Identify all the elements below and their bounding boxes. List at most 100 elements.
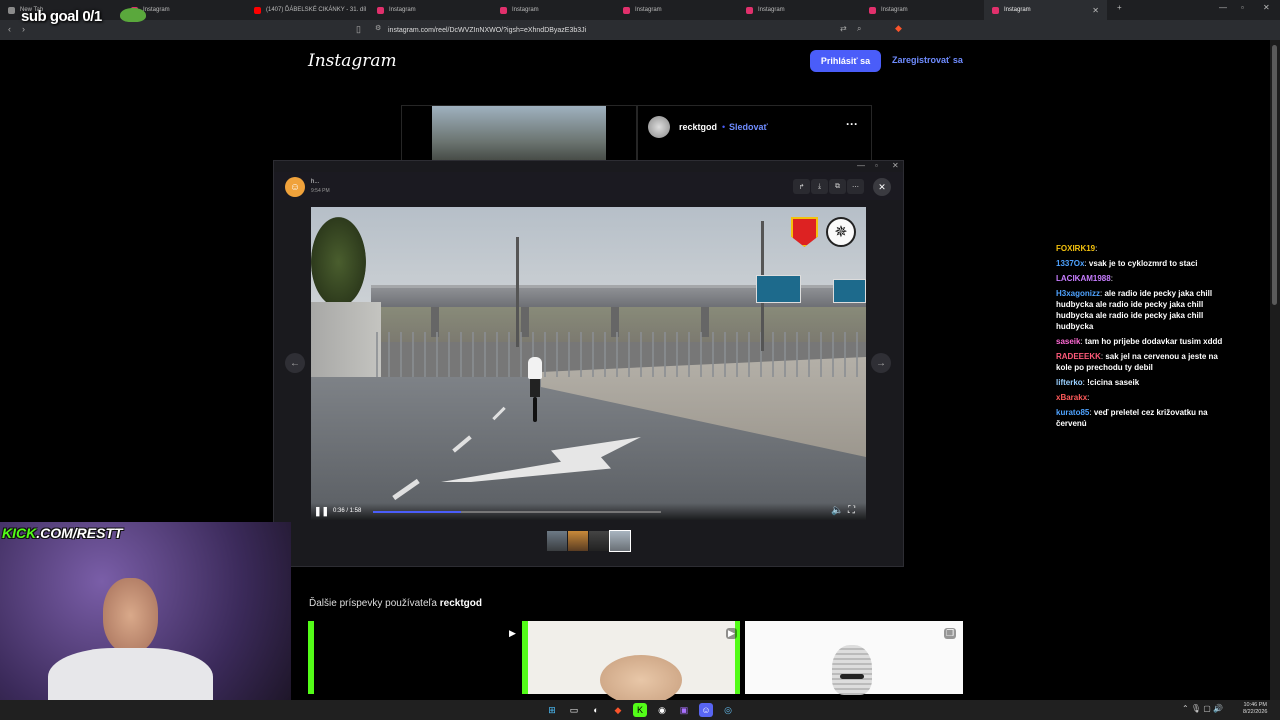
chat-username[interactable]: kurato85 — [1056, 408, 1089, 417]
avatar[interactable] — [648, 116, 670, 138]
post-thumbnail — [432, 106, 606, 164]
chat-username[interactable]: saseik — [1056, 337, 1080, 346]
tab-label: Instagram — [881, 7, 908, 13]
viewer-maximize-icon[interactable]: ▫ — [875, 161, 878, 170]
post-thumbnail-face — [600, 655, 682, 705]
app-icon[interactable]: ◐ — [589, 703, 603, 717]
tab[interactable]: (1407) ĎÁBELSKÉ CIKÁNKY - 31. díl — [246, 0, 369, 20]
pause-icon[interactable]: ❚❚ — [314, 506, 329, 517]
chat-message: H3xagonizz: ale radio ide pecky jaka chi… — [1056, 289, 1213, 331]
close-window-icon[interactable]: ✕ — [1263, 3, 1270, 12]
tab-label: Instagram — [635, 7, 662, 13]
post-username[interactable]: recktgod — [679, 122, 717, 132]
video-player[interactable]: ✵ — [311, 207, 866, 520]
sender-name[interactable]: h... — [311, 179, 319, 185]
follow-button[interactable]: Sledovať — [729, 122, 768, 132]
chat-username[interactable]: xBarakx — [1056, 393, 1087, 402]
kick-prefix: KICK — [2, 525, 37, 541]
video-lamp-post — [516, 237, 519, 347]
maximize-icon[interactable]: ▫ — [1241, 3, 1244, 12]
more-options-icon[interactable]: ··· — [846, 117, 858, 131]
close-tab-icon[interactable]: ✕ — [1092, 6, 1099, 15]
obs-icon[interactable]: ◉ — [655, 703, 669, 717]
chat-text: vsak je to cyklozmrd to staci — [1088, 259, 1198, 268]
site-info-icon[interactable]: ⚙ — [375, 24, 381, 32]
tab-favicon-icon — [623, 6, 630, 14]
video-cyclist — [524, 357, 546, 422]
bookmark-icon[interactable]: ▯ — [356, 24, 361, 35]
zoom-icon[interactable]: ⌕ — [857, 24, 861, 34]
scrollbar-thumb[interactable] — [1272, 45, 1277, 305]
close-viewer-button[interactable]: ✕ — [873, 178, 891, 196]
previous-arrow-icon[interactable]: ← — [285, 353, 305, 373]
chat-username[interactable]: FOXIRK19 — [1056, 244, 1095, 253]
system-tray[interactable]: ⌃ 🎙 ▢ 🔊 — [1182, 704, 1223, 713]
post-sidebar — [637, 105, 872, 165]
media-thumbnail[interactable] — [547, 531, 567, 551]
steam-icon[interactable]: ◎ — [721, 703, 735, 717]
video-fence — [376, 332, 866, 377]
signup-link[interactable]: Zaregistrovať sa — [892, 55, 963, 65]
minimize-icon[interactable]: — — [1219, 3, 1227, 12]
message-time: 9:54 PM — [311, 188, 330, 194]
download-icon[interactable]: ⤓ — [811, 179, 828, 194]
url-field[interactable]: instagram.com/reel/DcWVZInNXWO/?igsh=eXh… — [370, 22, 820, 38]
post-thumbnail-eyes — [840, 674, 864, 679]
back-icon[interactable]: ‹ — [8, 24, 11, 34]
url-text: instagram.com/reel/DcWVZInNXWO/?igsh=eXh… — [388, 26, 587, 34]
instagram-logo[interactable]: Instagram — [308, 51, 397, 71]
kick-icon[interactable]: K — [633, 703, 647, 717]
taskbar-clock[interactable]: 10:46 PM 8/22/2026 — [1243, 702, 1267, 716]
chat-message: 1337Ox: vsak je to cyklozmrd to staci — [1056, 259, 1198, 268]
video-time: 0:36 / 1:58 — [333, 508, 362, 514]
sender-avatar[interactable]: ☺ — [285, 177, 305, 197]
more-icon[interactable]: ⋯ — [847, 179, 864, 194]
tab[interactable]: Instagram — [738, 0, 861, 20]
tab-favicon-icon — [254, 6, 261, 14]
post-grid-item[interactable] — [308, 621, 526, 694]
forward-icon[interactable]: ↱ — [793, 179, 810, 194]
chat-username[interactable]: LACIKAM1988 — [1056, 274, 1111, 283]
brave-shield-icon[interactable]: ◆ — [895, 23, 902, 34]
media-thumbnail[interactable] — [568, 531, 588, 551]
new-tab-icon[interactable]: + — [1117, 3, 1122, 12]
app-icon[interactable]: ▭ — [567, 703, 581, 717]
chat-message: FOXIRK19: — [1056, 244, 1098, 253]
discord-icon[interactable]: ☺ — [699, 703, 713, 717]
media-thumbnail[interactable] — [609, 530, 631, 552]
post-media[interactable] — [401, 105, 637, 165]
tab[interactable]: Instagram — [861, 0, 984, 20]
tab[interactable]: Instagram — [369, 0, 492, 20]
twitch-icon[interactable]: ▣ — [677, 703, 691, 717]
forward-icon[interactable]: › — [22, 24, 25, 34]
chat-message: kurato85: veď preletel cez križovatku na… — [1056, 408, 1208, 428]
chat-username[interactable]: lifterko — [1056, 378, 1083, 387]
translate-icon[interactable]: ⇄ — [840, 24, 847, 33]
viewer-close-window-icon[interactable]: ✕ — [892, 161, 899, 170]
kick-rest: .COM/RESTT — [36, 525, 123, 541]
tab[interactable]: Instagram — [615, 0, 738, 20]
reel-icon: ▶ — [726, 628, 737, 639]
chat-message: lifterko: !cicina saseik — [1056, 378, 1140, 387]
open-external-icon[interactable]: ⧉ — [829, 179, 846, 194]
chat-username[interactable]: 1337Ox — [1056, 259, 1084, 268]
login-button[interactable]: Prihlásiť sa — [810, 50, 881, 72]
media-thumbnail[interactable] — [589, 531, 609, 551]
chat-username[interactable]: RADEEEKK — [1056, 352, 1101, 361]
more-posts-user[interactable]: recktgod — [440, 598, 482, 609]
viewer-minimize-icon[interactable]: — — [857, 161, 865, 170]
brave-icon[interactable]: ◆ — [611, 703, 625, 717]
clock-time: 10:46 PM — [1243, 702, 1267, 708]
chat-username[interactable]: H3xagonizz — [1056, 289, 1100, 298]
windows-start-icon[interactable]: ⊞ — [545, 703, 559, 717]
clock-date: 8/22/2026 — [1243, 709, 1268, 715]
post-thumbnail-balaclava — [832, 645, 872, 695]
next-arrow-icon[interactable]: → — [871, 353, 891, 373]
tab[interactable]: Instagram ✕ — [984, 0, 1107, 20]
volume-icon[interactable]: 🔈 — [831, 505, 843, 516]
tab[interactable]: Instagram — [492, 0, 615, 20]
tab-label: Instagram — [512, 7, 539, 13]
chat-message: saseik: tam ho prijebe dodavkar tusim xd… — [1056, 337, 1223, 346]
fullscreen-icon[interactable]: ⛶ — [848, 505, 855, 516]
media-thumbnail-strip[interactable] — [547, 530, 631, 552]
